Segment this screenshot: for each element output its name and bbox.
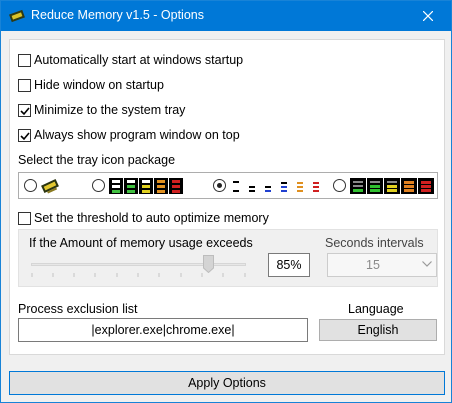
close-icon: [423, 11, 433, 21]
always-on-top-checkbox[interactable]: [18, 128, 31, 142]
tray-package-radio-4[interactable]: [333, 179, 346, 192]
seconds-interval-value: 15: [366, 258, 380, 272]
threshold-checkbox[interactable]: [18, 211, 31, 225]
always-on-top-label: Always show program window on top: [34, 128, 240, 142]
autostart-checkbox[interactable]: [18, 53, 31, 67]
memory-chip-icon: [41, 178, 59, 194]
seconds-interval-select[interactable]: 15: [327, 253, 437, 277]
tray-package-radio-3[interactable]: [213, 179, 226, 192]
minimize-tray-option[interactable]: Minimize to the system tray: [18, 101, 185, 119]
hide-window-label: Hide window on startup: [34, 78, 164, 92]
tray-package-radio-2[interactable]: [92, 179, 105, 192]
dark-bars-icon: [350, 178, 434, 194]
chevron-down-icon: [422, 261, 432, 267]
apply-options-button[interactable]: Apply Options: [9, 371, 445, 395]
memory-chip-icon: [9, 9, 25, 23]
color-bars-icon: [109, 178, 183, 194]
exclusion-list-label: Process exclusion list: [18, 302, 138, 316]
always-on-top-option[interactable]: Always show program window on top: [18, 126, 240, 144]
language-label: Language: [348, 302, 404, 316]
options-window: Reduce Memory v1.5 - Options Automatical…: [0, 0, 452, 403]
close-button[interactable]: [405, 1, 451, 31]
threshold-option[interactable]: Set the threshold to auto optimize memor…: [18, 209, 269, 227]
mini-bars-icon: [233, 181, 319, 192]
checkmark-icon: [20, 131, 30, 140]
threshold-label: Set the threshold to auto optimize memor…: [34, 211, 269, 225]
slider-thumb[interactable]: [203, 255, 214, 273]
language-button[interactable]: English: [319, 319, 437, 341]
autostart-label: Automatically start at windows startup: [34, 53, 244, 67]
seconds-interval-label: Seconds intervals: [325, 236, 424, 250]
threshold-percent: 85%: [268, 253, 310, 277]
slider-ticks: [31, 273, 246, 277]
tray-package-radio-1[interactable]: [24, 179, 37, 192]
hide-window-checkbox[interactable]: [18, 78, 31, 92]
window-title: Reduce Memory v1.5 - Options: [31, 8, 204, 22]
minimize-tray-checkbox[interactable]: [18, 103, 31, 117]
tray-package-group: [18, 172, 438, 199]
options-panel: Automatically start at windows startup H…: [9, 39, 445, 355]
tray-package-label: Select the tray icon package: [18, 153, 176, 167]
autostart-option[interactable]: Automatically start at windows startup: [18, 51, 243, 69]
checkmark-icon: [20, 106, 30, 115]
threshold-settings: If the Amount of memory usage exceeds Se…: [18, 229, 438, 287]
title-bar[interactable]: Reduce Memory v1.5 - Options: [1, 1, 451, 31]
exclusion-list-input[interactable]: |explorer.exe|chrome.exe|: [18, 318, 308, 342]
hide-window-option[interactable]: Hide window on startup: [18, 76, 164, 94]
minimize-tray-label: Minimize to the system tray: [34, 103, 186, 117]
memory-usage-label: If the Amount of memory usage exceeds: [29, 236, 253, 250]
